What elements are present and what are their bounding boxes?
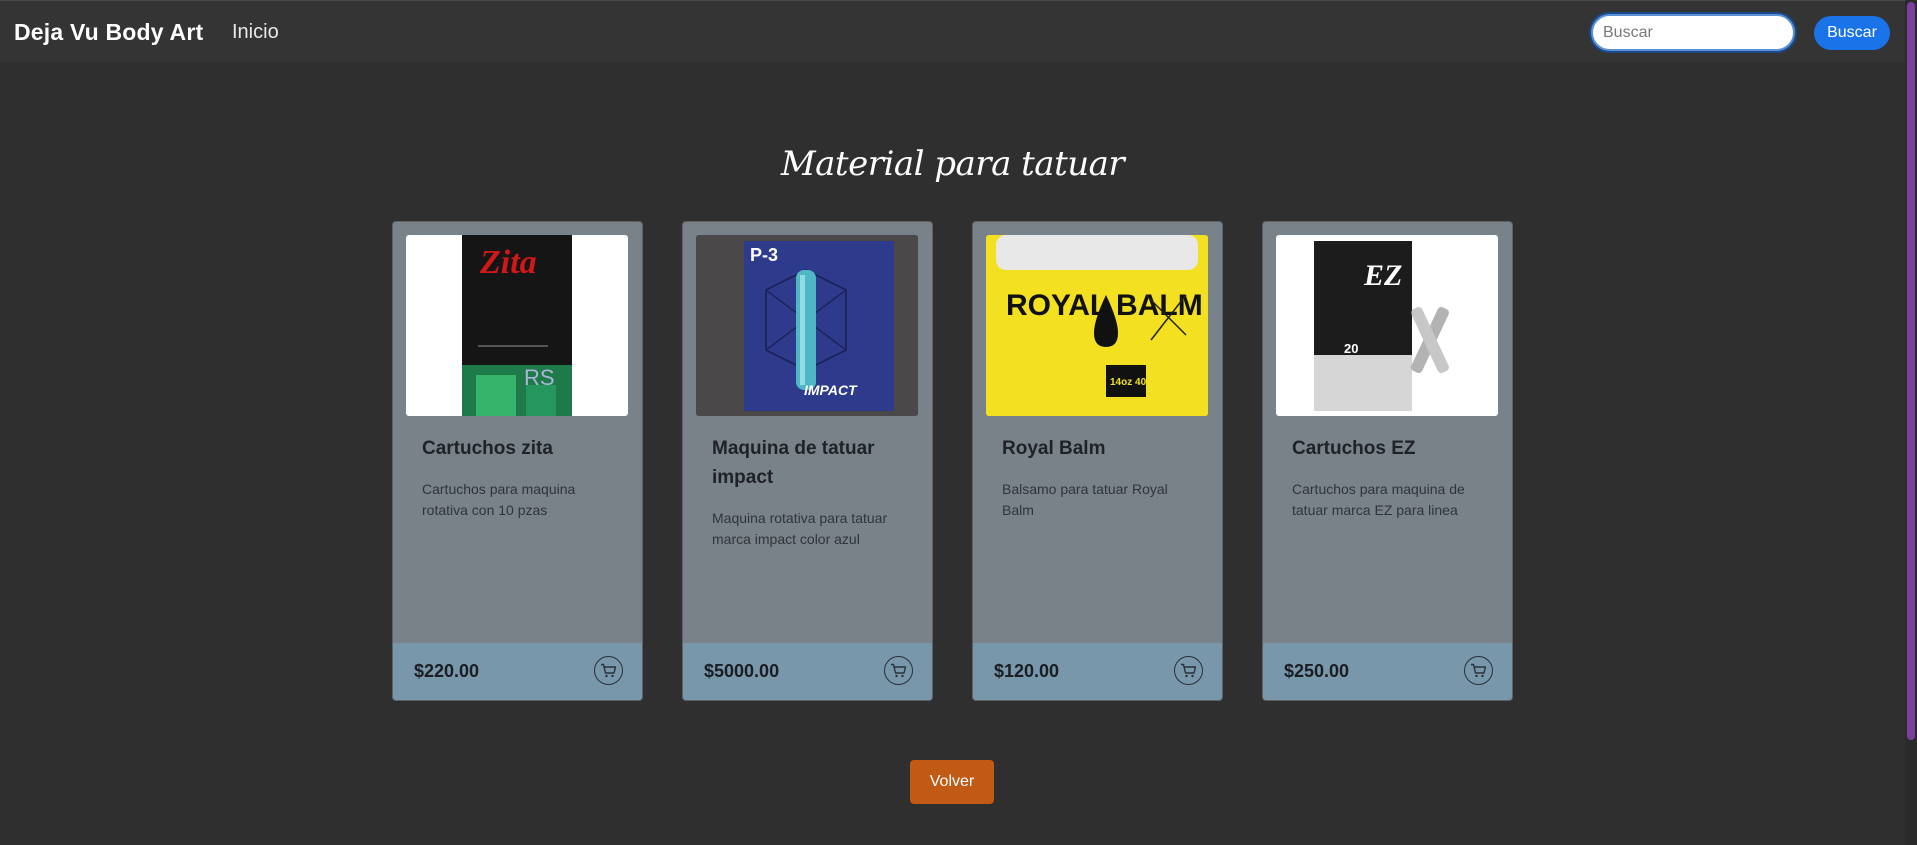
product-image: P-3 IMPACT <box>696 235 918 416</box>
zita-image-logo: Zita <box>479 244 537 281</box>
top-navbar: Deja Vu Body Art Inicio Buscar <box>0 0 1905 62</box>
card-footer: $5000.00 <box>683 643 932 700</box>
product-card: ROYAL BALM 14oz 400g Royal Balm Balsamo … <box>972 221 1223 701</box>
card-footer: $120.00 <box>973 643 1222 700</box>
cart-icon <box>1181 663 1197 678</box>
product-title: Royal Balm <box>1002 438 1106 459</box>
card-footer: $250.00 <box>1263 643 1512 700</box>
cart-icon <box>1471 663 1487 678</box>
product-card: P-3 IMPACT Maquina de tatuar impact Maqu… <box>682 221 933 701</box>
scrollbar-thumb[interactable] <box>1907 2 1915 740</box>
scrollbar[interactable] <box>1905 0 1917 845</box>
product-image: Zita RS <box>406 235 628 416</box>
card-footer: $220.00 <box>393 643 642 700</box>
p3-image-label: P-3 <box>750 245 778 265</box>
product-description: Cartuchos para maquina rotativa con 10 p… <box>422 481 576 518</box>
brand-logo[interactable]: Deja Vu Body Art <box>14 19 203 46</box>
add-to-cart-button[interactable] <box>1464 656 1493 685</box>
product-image: ROYAL BALM 14oz 400g <box>986 235 1208 416</box>
product-card: EZ 20 Cartuchos EZ Cartuchos para maquin… <box>1262 221 1513 701</box>
add-to-cart-button[interactable] <box>594 656 623 685</box>
product-price: $5000.00 <box>704 661 780 681</box>
product-description: Balsamo para tatuar Royal Balm <box>1002 481 1168 518</box>
add-to-cart-button[interactable] <box>884 656 913 685</box>
back-button[interactable]: Volver <box>910 760 994 804</box>
product-title: Cartuchos EZ <box>1292 438 1416 459</box>
rs-image-label: RS <box>524 365 555 390</box>
cart-icon <box>601 663 617 678</box>
product-title: Cartuchos zita <box>422 438 553 459</box>
cart-icon <box>891 663 907 678</box>
nav-link-inicio[interactable]: Inicio <box>232 21 279 44</box>
product-price: $250.00 <box>1284 661 1350 681</box>
page-title: Material para tatuar <box>780 144 1125 184</box>
product-description: Cartuchos para maquina de tatuar marca E… <box>1292 481 1465 518</box>
search-input[interactable] <box>1591 14 1795 51</box>
product-description: Maquina rotativa para tatuar marca impac… <box>712 510 888 547</box>
search-button[interactable]: Buscar <box>1814 16 1890 50</box>
product-image: EZ 20 <box>1276 235 1498 416</box>
ez-image-logo: EZ <box>1363 259 1402 292</box>
weight-image-label: 14oz 400g <box>1110 377 1158 388</box>
royal-balm-image-logo: ROYAL BALM <box>1006 289 1203 322</box>
impact-image-logo: IMPACT <box>804 382 858 398</box>
product-price: $220.00 <box>414 661 480 681</box>
product-price: $120.00 <box>994 661 1060 681</box>
product-title: Maquina de tatuar impact <box>712 438 875 488</box>
add-to-cart-button[interactable] <box>1174 656 1203 685</box>
count-image-label: 20 <box>1344 341 1358 356</box>
product-card: Zita RS Cartuchos zita Cartuchos para ma… <box>392 221 643 701</box>
